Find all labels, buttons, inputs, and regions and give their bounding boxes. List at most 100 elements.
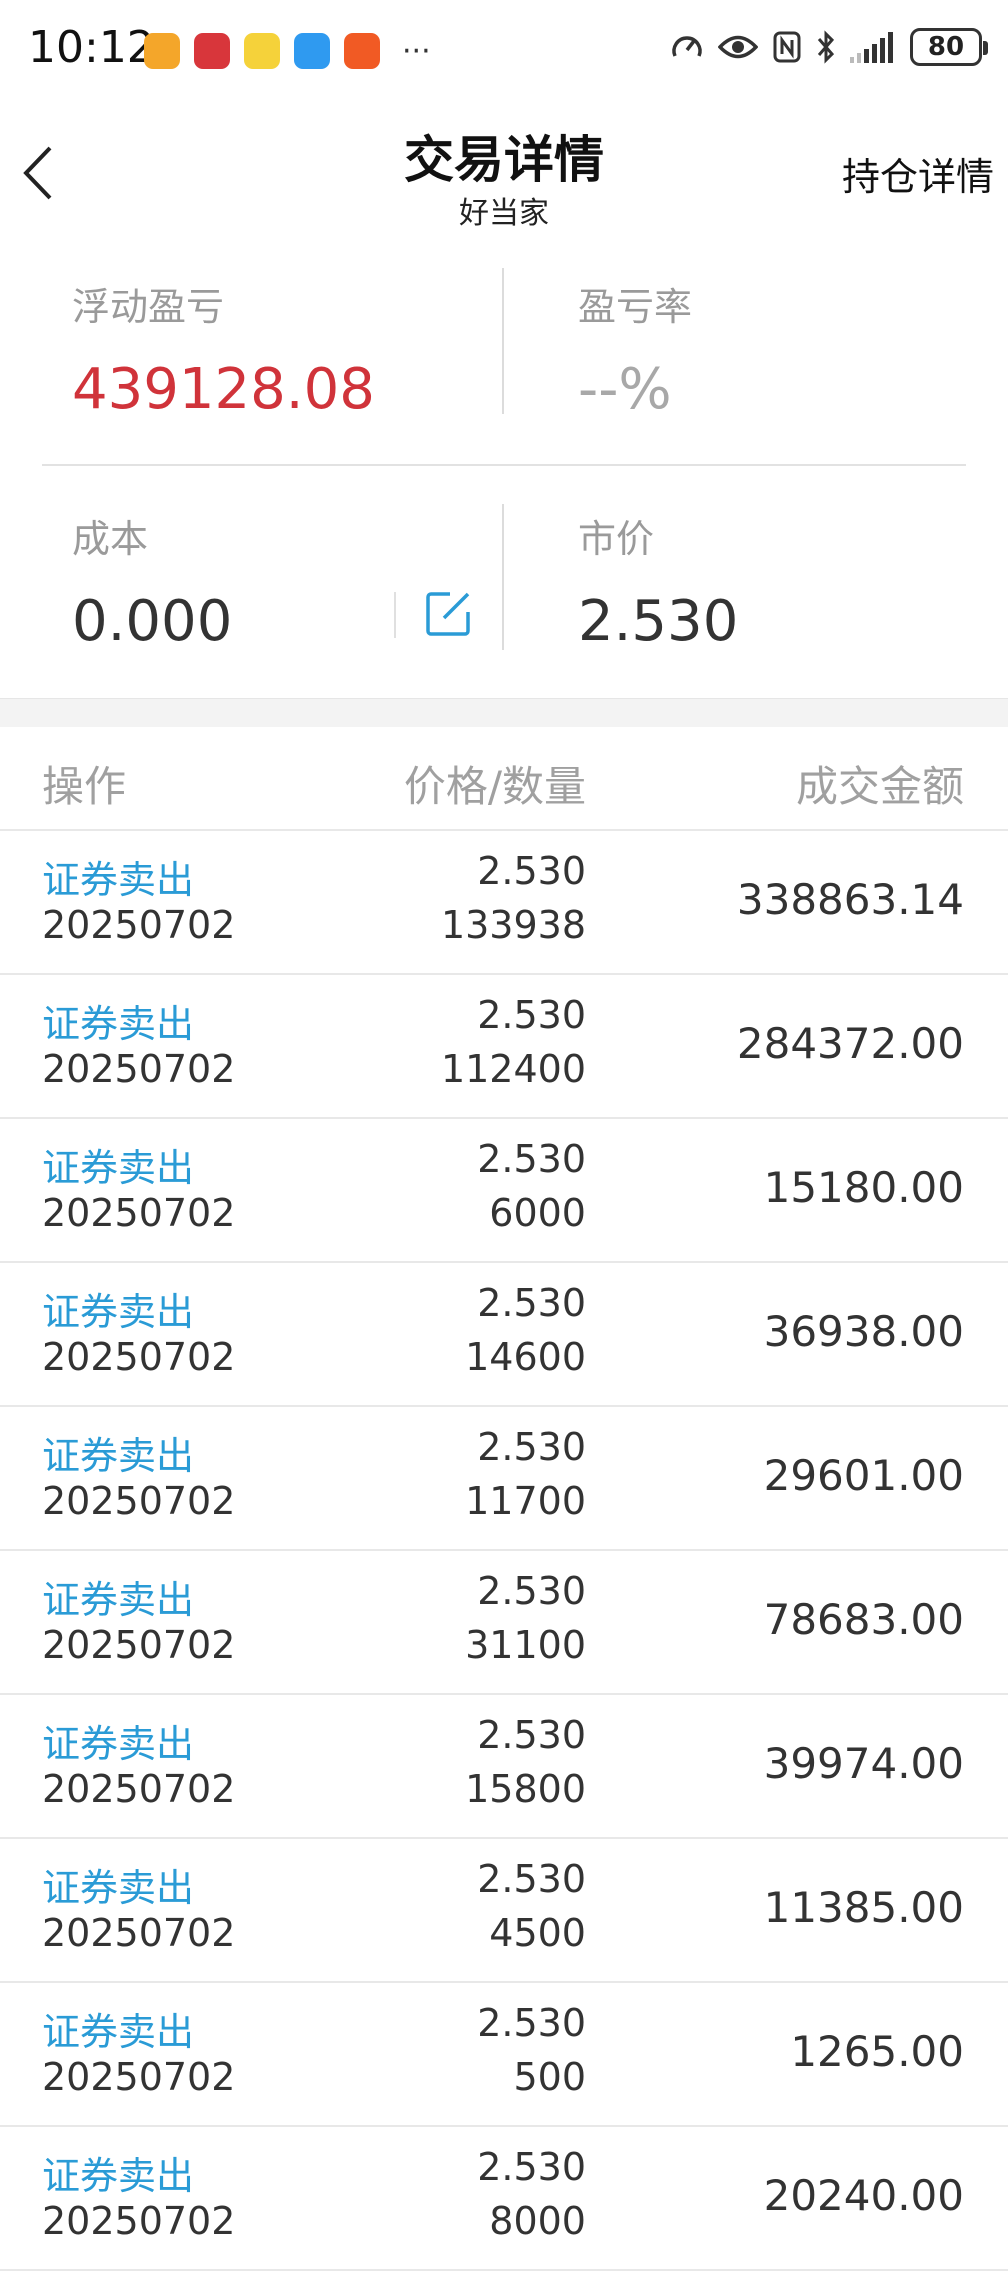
battery-level: 80 (927, 32, 965, 62)
trade-amount: 39974.00 (763, 1739, 964, 1788)
trade-price: 2.530 (477, 1425, 586, 1469)
trade-amount: 11385.00 (763, 1883, 964, 1932)
signal-icon (850, 32, 893, 63)
table-row[interactable]: 证券卖出 20250702 2.530 31100 78683.00 (0, 1551, 1008, 1695)
table-row[interactable]: 证券卖出 20250702 2.530 14600 36938.00 (0, 1263, 1008, 1407)
trade-date: 20250702 (42, 903, 236, 947)
table-row[interactable]: 证券卖出 20250702 2.530 500 1265.00 (0, 1983, 1008, 2127)
operation-type: 证券卖出 (42, 1434, 195, 1478)
section-separator (0, 698, 1008, 727)
trade-price: 2.530 (477, 2001, 586, 2045)
table-row[interactable]: 证券卖出 20250702 2.530 112400 284372.00 (0, 975, 1008, 1119)
app1-notification-icon (144, 33, 180, 69)
trade-date: 20250702 (42, 1191, 236, 1235)
operation-type: 证券卖出 (42, 1866, 195, 1910)
status-bar: 10:12 ··· 80 (0, 0, 1008, 108)
trade-date: 20250702 (42, 2055, 236, 2099)
trade-quantity: 31100 (465, 1623, 586, 1667)
trade-amount: 29601.00 (763, 1451, 964, 1500)
trade-date: 20250702 (42, 1911, 236, 1955)
trade-quantity: 14600 (465, 1335, 586, 1379)
trade-quantity: 112400 (440, 1047, 586, 1091)
operation-type: 证券卖出 (42, 1290, 195, 1334)
table-header: 操作 价格/数量 成交金额 (0, 727, 1008, 831)
nfc-icon (773, 31, 801, 63)
trade-quantity: 8000 (489, 2199, 586, 2243)
app3-notification-icon (244, 33, 280, 69)
table-row[interactable]: 证券卖出 20250702 2.530 11700 29601.00 (0, 1407, 1008, 1551)
trade-quantity: 133938 (440, 903, 586, 947)
pl-rate-value: --% (578, 357, 672, 422)
table-row[interactable]: 证券卖出 20250702 2.530 15800 39974.00 (0, 1695, 1008, 1839)
trade-price: 2.530 (477, 1857, 586, 1901)
divider (502, 504, 504, 650)
market-price-cell: 市价 2.530 (578, 508, 738, 654)
column-header-operation: 操作 (42, 762, 127, 811)
trade-amount: 1265.00 (790, 2027, 964, 2076)
table-row[interactable]: 证券卖出 20250702 2.530 8000 20240.00 (0, 2127, 1008, 2271)
edit-cost-button[interactable] (424, 588, 474, 638)
floating-pl-value: 439128.08 (72, 357, 375, 422)
divider (42, 464, 966, 466)
trade-quantity: 6000 (489, 1191, 586, 1235)
trade-amount: 36938.00 (763, 1307, 964, 1356)
trade-quantity: 4500 (489, 1911, 586, 1955)
market-price-label: 市价 (578, 517, 655, 561)
trade-date: 20250702 (42, 2199, 236, 2243)
table-row[interactable]: 证券卖出 20250702 2.530 6000 15180.00 (0, 1119, 1008, 1263)
status-time: 10:12 (28, 22, 155, 73)
column-header-price-qty: 价格/数量 (403, 762, 586, 811)
pl-rate-cell: 盈亏率 --% (578, 276, 692, 422)
trade-date: 20250702 (42, 1479, 236, 1523)
operation-type: 证券卖出 (42, 858, 195, 902)
app5-notification-icon (344, 33, 380, 69)
trade-date: 20250702 (42, 1047, 236, 1091)
nav-header: 交易详情 好当家 持仓详情 (0, 108, 1008, 238)
battery-icon: 80 (910, 28, 988, 66)
trade-date: 20250702 (42, 1623, 236, 1667)
operation-type: 证券卖出 (42, 1722, 195, 1766)
bluetooth-icon (817, 30, 835, 64)
trade-date: 20250702 (42, 1767, 236, 1811)
summary-panel: 浮动盈亏 439128.08 盈亏率 --% 成本 0.000 市价 2.530 (0, 238, 1008, 698)
trade-price: 2.530 (477, 993, 586, 1037)
trade-amount: 78683.00 (763, 1595, 964, 1644)
market-price-value: 2.530 (578, 589, 739, 654)
position-details-link[interactable]: 持仓详情 (842, 146, 994, 201)
trade-price: 2.530 (477, 1569, 586, 1613)
divider (394, 592, 396, 638)
pl-rate-label: 盈亏率 (578, 285, 693, 329)
trade-price: 2.530 (477, 1137, 586, 1181)
edit-icon (426, 592, 470, 636)
table-row[interactable]: 证券卖出 20250702 2.530 4500 11385.00 (0, 1839, 1008, 1983)
trade-quantity: 11700 (465, 1479, 586, 1523)
eye-icon (718, 35, 758, 59)
trade-amount: 338863.14 (736, 875, 964, 924)
speed-icon (672, 36, 702, 57)
trade-price: 2.530 (477, 1281, 586, 1325)
trade-amount: 15180.00 (763, 1163, 964, 1212)
trade-list: 证券卖出 20250702 2.530 133938 338863.14 证券卖… (0, 831, 1008, 2271)
app2-notification-icon (194, 33, 230, 69)
divider (502, 268, 504, 414)
operation-type: 证券卖出 (42, 2154, 195, 2198)
trade-amount: 20240.00 (763, 2171, 964, 2220)
floating-pl-cell: 浮动盈亏 439128.08 (72, 276, 375, 422)
status-icons: 80 (670, 28, 988, 66)
trade-quantity: 500 (513, 2055, 586, 2099)
more-notifications-icon: ··· (402, 33, 431, 69)
message-notification-icon (294, 33, 330, 69)
trade-price: 2.530 (477, 2145, 586, 2189)
trade-amount: 284372.00 (736, 1019, 964, 1068)
cost-cell: 成本 0.000 (72, 508, 232, 654)
operation-type: 证券卖出 (42, 1578, 195, 1622)
operation-type: 证券卖出 (42, 1002, 195, 1046)
cost-label: 成本 (72, 517, 149, 561)
trade-quantity: 15800 (465, 1767, 586, 1811)
operation-type: 证券卖出 (42, 2010, 195, 2054)
operation-type: 证券卖出 (42, 1146, 195, 1190)
trade-date: 20250702 (42, 1335, 236, 1379)
cost-value: 0.000 (72, 589, 233, 654)
trade-price: 2.530 (477, 1713, 586, 1757)
table-row[interactable]: 证券卖出 20250702 2.530 133938 338863.14 (0, 831, 1008, 975)
